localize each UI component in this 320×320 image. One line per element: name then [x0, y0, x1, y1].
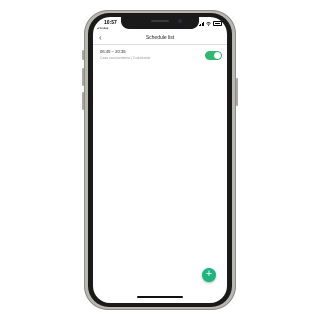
- toggle-knob: [214, 52, 221, 59]
- power-button: [236, 78, 238, 106]
- volume-up-button: [82, 68, 84, 86]
- notch: [121, 17, 199, 29]
- status-back-to-app[interactable]: ◂ Szukaj: [97, 26, 108, 30]
- home-indicator[interactable]: [137, 296, 183, 298]
- nav-divider: [93, 44, 227, 45]
- phone-screen: 10:57 ◂ Szukaj ‹ Schedule list 06:45 – 2…: [93, 17, 227, 303]
- status-icons: [198, 21, 222, 26]
- battery-icon: [213, 21, 222, 26]
- signal-icon: [198, 21, 204, 26]
- volume-down-button: [82, 92, 84, 110]
- schedule-list-item[interactable]: 06:45 – 20:35 Czas uruchomienia | Codzie…: [93, 47, 227, 63]
- schedule-enabled-toggle[interactable]: [205, 51, 222, 60]
- schedule-time-range: 06:45 – 20:35: [100, 49, 126, 54]
- wifi-icon: [206, 21, 211, 26]
- camera-icon: [178, 19, 182, 23]
- schedule-description: Czas uruchomienia | Codziennie: [100, 56, 151, 60]
- page-title: Schedule list: [145, 35, 175, 41]
- add-schedule-button[interactable]: +: [202, 268, 216, 282]
- speaker-icon: [151, 20, 169, 22]
- silent-switch: [82, 50, 84, 60]
